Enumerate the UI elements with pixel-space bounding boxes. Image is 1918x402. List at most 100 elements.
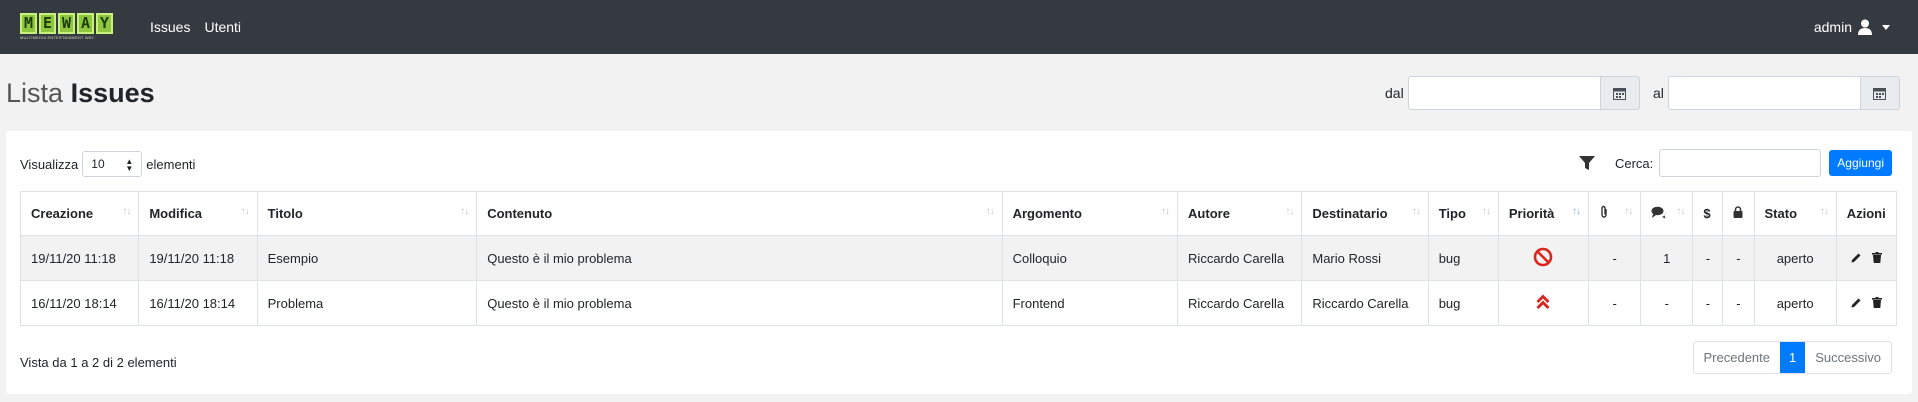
cell-titolo: Problema [256, 280, 478, 326]
sort-icon: ↑↓ [1285, 206, 1294, 217]
col-tipo[interactable]: Tipo ↑↓ [1427, 191, 1499, 236]
cell-argomento: Frontend [1001, 280, 1179, 326]
cell-priorita [1497, 235, 1590, 281]
edit-icon[interactable] [1851, 252, 1862, 263]
logo-tagline: MULTIMEDIA ENTERTAINMENT WAY [20, 35, 95, 40]
cell-costo: - [1692, 280, 1724, 326]
cell-privato: - [1722, 235, 1755, 281]
trash-icon[interactable] [1871, 296, 1882, 308]
cell-modifica: 16/11/20 18:14 [138, 280, 258, 326]
page-size-control: Visualizza 10 ▲ ▼ elementi [20, 151, 195, 177]
cell-creazione: 19/11/20 11:18 [19, 235, 140, 281]
date-from-input[interactable] [1407, 76, 1600, 110]
col-azioni: Azioni [1835, 191, 1898, 236]
col-argomento[interactable]: Argomento ↑↓ [1001, 191, 1179, 236]
paperclip-icon [1601, 205, 1607, 218]
add-button[interactable]: Aggiungi [1829, 150, 1892, 176]
cell-costo: - [1692, 235, 1724, 281]
cell-allegati: - [1588, 235, 1642, 281]
sort-icon: ↑↓ [122, 206, 131, 217]
user-menu[interactable]: admin [1814, 0, 1890, 54]
pagination: Precedente 1 Successivo [1692, 341, 1892, 374]
sort-icon: ↑↓ [460, 206, 469, 217]
calendar-icon[interactable] [1859, 76, 1900, 110]
issues-table: Creazione ↑↓ Modifica ↑↓ Titolo ↑↓ Contenut… [19, 191, 1898, 326]
select-arrows-icon: ▲ ▼ [125, 157, 134, 173]
cell-argomento: Colloquio [1001, 235, 1179, 281]
date-to-input[interactable] [1667, 76, 1860, 110]
cell-stato: aperto [1753, 235, 1837, 281]
filter-icon[interactable] [1578, 155, 1595, 171]
date-to-filter: al [1653, 76, 1900, 110]
cell-azioni [1835, 235, 1898, 281]
col-costo: $ [1692, 191, 1724, 236]
cell-commenti: - [1640, 280, 1694, 326]
calendar-icon[interactable] [1599, 76, 1640, 110]
cell-autore: Riccardo Carella [1177, 280, 1303, 326]
table-row[interactable]: 19/11/20 11:18 19/11/20 11:18 Esempio Qu… [19, 235, 1898, 281]
next-page-button[interactable]: Successivo [1805, 342, 1891, 373]
cell-destinatario: Riccardo Carella [1301, 280, 1429, 326]
cell-tipo: bug [1427, 235, 1499, 281]
cell-destinatario: Mario Rossi [1301, 235, 1429, 281]
cell-allegati: - [1588, 280, 1642, 326]
sort-icon: ↑↓ [1161, 206, 1170, 217]
brand-logo[interactable]: M E W A Y MULTIMEDIA ENTERTAINMENT WAY [20, 13, 130, 45]
cell-titolo: Esempio [256, 235, 478, 281]
date-from-filter: dal [1385, 76, 1640, 110]
page-1-button[interactable]: 1 [1780, 342, 1806, 373]
col-priorita[interactable]: Priorità ↑↓ [1497, 191, 1590, 236]
cell-creazione: 16/11/20 18:14 [19, 280, 140, 326]
nav-link-utenti[interactable]: Utenti [204, 19, 241, 35]
cell-azioni [1835, 280, 1898, 326]
table-info: Vista da 1 a 2 di 2 elementi [20, 355, 177, 370]
ban-icon [1534, 247, 1553, 266]
cell-modifica: 19/11/20 11:18 [138, 235, 258, 281]
cell-autore: Riccardo Carella [1177, 235, 1303, 281]
col-autore[interactable]: Autore ↑↓ [1177, 191, 1303, 236]
sort-asc-icon: ↑↓ [1572, 206, 1581, 217]
col-stato[interactable]: Stato ↑↓ [1753, 191, 1837, 236]
cell-commenti: 1 [1640, 235, 1694, 281]
col-modifica[interactable]: Modifica ↑↓ [138, 191, 258, 236]
nav-link-issues[interactable]: Issues [150, 19, 190, 35]
page-title: Lista Issues [6, 78, 155, 108]
sort-icon: ↑↓ [1676, 206, 1685, 217]
sort-icon: ↑↓ [1411, 206, 1421, 217]
user-icon [1858, 19, 1872, 35]
cell-priorita [1497, 280, 1590, 326]
col-allegati[interactable]: ↑↓ [1588, 191, 1642, 236]
dollar-icon: $ [1703, 206, 1711, 221]
search-label: Cerca: [1614, 155, 1654, 171]
col-contenuto[interactable]: Contenuto ↑↓ [476, 191, 1003, 236]
cell-stato: aperto [1753, 280, 1837, 326]
col-commenti[interactable]: ↑↓ [1640, 191, 1694, 236]
user-name: admin [1813, 19, 1852, 35]
sort-icon: ↑↓ [985, 206, 995, 217]
sort-icon: ↑↓ [1481, 206, 1491, 217]
date-to-label: al [1653, 85, 1664, 101]
search-input[interactable] [1659, 149, 1822, 177]
trash-icon[interactable] [1871, 251, 1882, 263]
prev-page-button[interactable]: Precedente [1694, 342, 1781, 373]
caret-down-icon [1882, 24, 1890, 30]
sort-icon: ↑↓ [1819, 206, 1829, 217]
col-destinatario[interactable]: Destinatario ↑↓ [1301, 191, 1429, 236]
cell-contenuto: Questo è il mio problema [476, 280, 1003, 326]
date-from-label: dal [1385, 85, 1404, 101]
cell-privato: - [1722, 280, 1755, 326]
top-navbar: M E W A Y MULTIMEDIA ENTERTAINMENT WAY I… [0, 0, 1918, 54]
comments-icon [1651, 206, 1666, 218]
sort-icon: ↑↓ [240, 206, 250, 217]
lock-icon [1733, 206, 1743, 218]
page-size-select[interactable]: 10 ▲ ▼ [82, 151, 143, 177]
double-chevron-up-icon [1536, 294, 1550, 309]
table-row[interactable]: 16/11/20 18:14 16/11/20 18:14 Problema Q… [19, 280, 1898, 326]
issues-card: Visualizza 10 ▲ ▼ elementi Cerca: Aggiung… [6, 131, 1912, 394]
col-titolo[interactable]: Titolo ↑↓ [256, 191, 478, 236]
sort-icon: ↑↓ [1624, 206, 1633, 217]
col-creazione[interactable]: Creazione ↑↓ [19, 191, 140, 236]
edit-icon[interactable] [1851, 297, 1862, 308]
cell-tipo: bug [1427, 280, 1499, 326]
col-privato [1722, 191, 1755, 236]
